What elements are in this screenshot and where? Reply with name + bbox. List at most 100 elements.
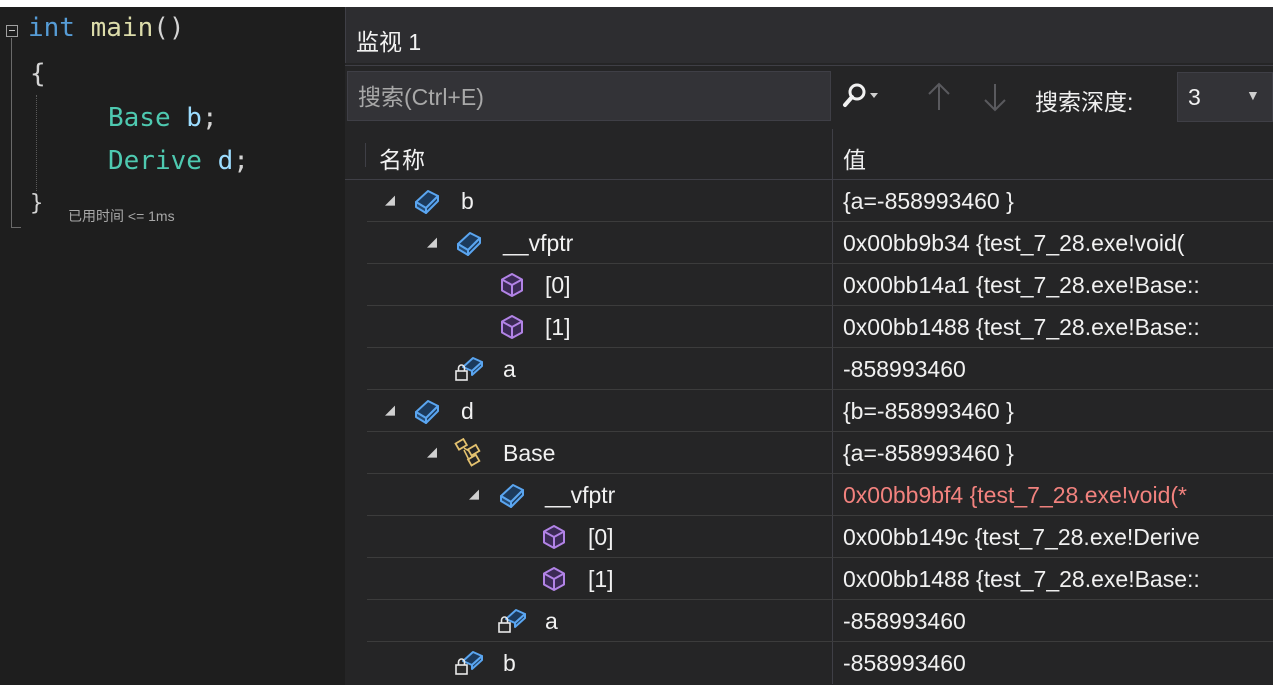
search-previous-button[interactable] (925, 80, 953, 114)
code-semicolon: ; (233, 146, 249, 176)
column-value-header[interactable]: 值 (843, 141, 866, 175)
cell-divider (832, 474, 833, 516)
expand-triangle-icon[interactable]: ◢ (385, 192, 395, 208)
expand-triangle-icon[interactable]: ◢ (427, 444, 437, 460)
watch-row-name: __vfptr (545, 482, 616, 508)
watch-row[interactable]: ◢ Base {a=-858993460 } (345, 432, 1273, 474)
column-resizer[interactable] (832, 129, 833, 179)
fold-guide-end (11, 227, 21, 228)
search-depth-select[interactable]: 3 ▼ (1177, 72, 1273, 122)
private-field-icon (454, 354, 484, 384)
object-icon (497, 480, 527, 510)
indent-guide (36, 95, 37, 191)
watch-row[interactable]: a -858993460 (345, 348, 1273, 390)
code-type: Base (108, 103, 171, 133)
code-type: Derive (108, 146, 202, 176)
method-icon (539, 564, 569, 594)
watch-row-value[interactable]: 0x00bb149c {test_7_28.exe!Derive (843, 524, 1273, 551)
watch-row-value[interactable]: -858993460 (843, 356, 1273, 383)
search-box[interactable] (347, 71, 831, 121)
cell-divider (832, 180, 833, 222)
watch-row-value[interactable]: 0x00bb1488 {test_7_28.exe!Base:: (843, 566, 1273, 593)
watch-column-header: 名称 值 (345, 129, 1273, 180)
object-icon (412, 396, 442, 426)
header-grip (365, 143, 366, 167)
code-line-3: Base b; (108, 103, 218, 133)
object-icon (454, 228, 484, 258)
private-field-icon (454, 648, 484, 678)
watch-row-name: [1] (588, 566, 614, 592)
arrow-down-icon (984, 84, 1006, 112)
watch-row[interactable]: b -858993460 (345, 642, 1273, 684)
code-line-1: int main() (28, 13, 185, 43)
arrow-up-icon (928, 82, 950, 110)
watch-row-value[interactable]: -858993460 (843, 650, 1273, 677)
code-function-name: main (90, 13, 154, 43)
watch-row-value-changed[interactable]: 0x00bb9bf4 {test_7_28.exe!void(* (843, 482, 1273, 509)
cell-divider (832, 642, 833, 684)
code-keyword: int (28, 13, 75, 43)
dropdown-arrow-icon (870, 93, 878, 98)
column-name-header[interactable]: 名称 (379, 141, 425, 175)
code-line-2: { (30, 59, 46, 89)
watch-row[interactable]: ◢ __vfptr 0x00bb9b34 {test_7_28.exe!void… (345, 222, 1273, 264)
watch-row-name: Base (503, 440, 556, 466)
watch-window: 监视 1 搜索深度: 3 ▼ 名称 (345, 7, 1273, 685)
fold-guide (11, 38, 12, 228)
cell-divider (832, 348, 833, 390)
watch-row[interactable]: [0] 0x00bb149c {test_7_28.exe!Derive (345, 516, 1273, 558)
watch-row[interactable]: [1] 0x00bb1488 {test_7_28.exe!Base:: (345, 306, 1273, 348)
object-icon (412, 186, 442, 216)
method-icon (497, 270, 527, 300)
chevron-down-icon: ▼ (1246, 87, 1260, 103)
collapse-toggle-icon[interactable] (6, 25, 18, 37)
code-line-4: Derive d; (108, 146, 249, 176)
expand-triangle-icon[interactable]: ◢ (469, 486, 479, 502)
cell-divider (832, 432, 833, 474)
watch-row-value[interactable]: {b=-858993460 } (843, 398, 1273, 425)
watch-row-name: d (461, 398, 474, 424)
code-variable: b (186, 103, 202, 133)
watch-row-value[interactable]: -858993460 (843, 608, 1273, 635)
search-button[interactable] (839, 80, 883, 112)
search-input[interactable] (356, 82, 830, 112)
watch-search-bar: 搜索深度: 3 ▼ (345, 65, 1273, 128)
cell-divider (832, 558, 833, 600)
watch-row[interactable]: [0] 0x00bb14a1 {test_7_28.exe!Base:: (345, 264, 1273, 306)
watch-row-name: [1] (545, 314, 571, 340)
expand-triangle-icon[interactable]: ◢ (427, 234, 437, 250)
cell-divider (832, 390, 833, 432)
watch-row-name: a (545, 608, 558, 634)
watch-row[interactable]: [1] 0x00bb1488 {test_7_28.exe!Base:: (345, 558, 1273, 600)
elapsed-time-hint: 已用时间 <= 1ms (68, 208, 175, 224)
search-next-button[interactable] (981, 80, 1009, 114)
watch-row-value[interactable]: {a=-858993460 } (843, 440, 1273, 467)
search-depth-value: 3 (1188, 84, 1201, 110)
watch-row-value[interactable]: {a=-858993460 } (843, 188, 1273, 215)
expand-triangle-icon[interactable]: ◢ (385, 402, 395, 418)
watch-row[interactable]: ◢ __vfptr 0x00bb9bf4 {test_7_28.exe!void… (345, 474, 1273, 516)
watch-row-name: a (503, 356, 516, 382)
watch-row[interactable]: a -858993460 (345, 600, 1273, 642)
cell-divider (832, 222, 833, 264)
base-class-icon (454, 438, 484, 468)
code-line-5: } (30, 189, 43, 219)
cell-divider (832, 516, 833, 558)
watch-row-value[interactable]: 0x00bb1488 {test_7_28.exe!Base:: (843, 314, 1273, 341)
watch-row[interactable]: ◢ b {a=-858993460 } (345, 180, 1273, 222)
code-punct: () (153, 13, 185, 43)
watch-row-value[interactable]: 0x00bb9b34 {test_7_28.exe!void( (843, 230, 1273, 257)
search-icon (843, 83, 878, 107)
cell-divider (832, 306, 833, 348)
watch-title-bar[interactable]: 监视 1 (345, 7, 1273, 63)
watch-row-name: [0] (588, 524, 614, 550)
method-icon (497, 312, 527, 342)
watch-row-value[interactable]: 0x00bb14a1 {test_7_28.exe!Base:: (843, 272, 1273, 299)
search-depth-label: 搜索深度: (1035, 89, 1134, 115)
private-field-icon (497, 606, 527, 636)
window-top-edge (0, 0, 1273, 7)
watch-row[interactable]: ◢ d {b=-858993460 } (345, 390, 1273, 432)
code-editor[interactable]: int main() { Base b; Derive d; } 已用时间 <=… (0, 7, 345, 685)
code-variable: d (217, 146, 234, 176)
method-icon (539, 522, 569, 552)
